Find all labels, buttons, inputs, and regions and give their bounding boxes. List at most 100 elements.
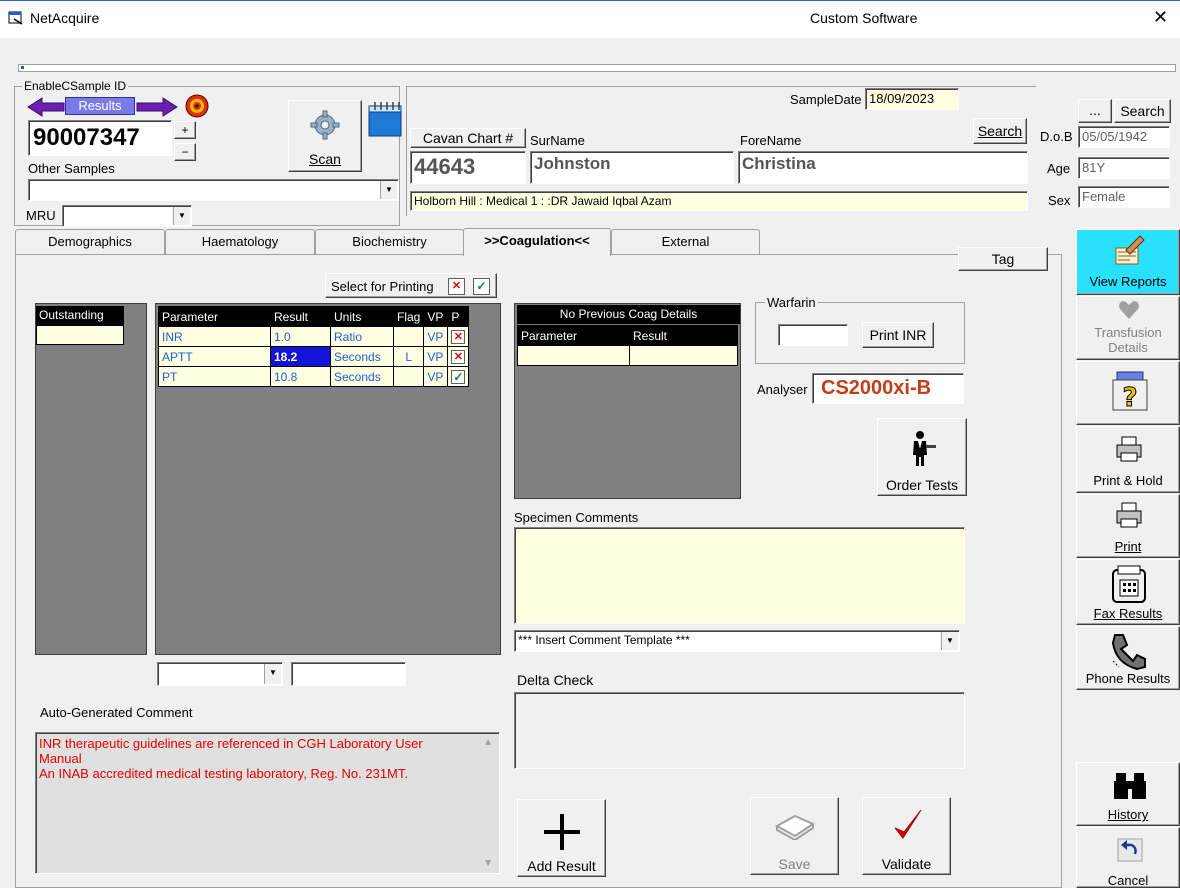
dob-label: D.o.B	[1040, 129, 1073, 144]
print-button[interactable]: Print	[1076, 494, 1180, 558]
print-toggle[interactable]: ✓	[451, 369, 466, 384]
view-reports-button[interactable]: View Reports	[1076, 229, 1180, 295]
search-button-2[interactable]: Search	[1114, 99, 1171, 123]
chevron-down-icon[interactable]: ▼	[264, 664, 281, 684]
tag-button[interactable]: Tag	[958, 247, 1048, 271]
tab-haematology[interactable]: Haematology	[165, 229, 315, 255]
decrement-button[interactable]: −	[174, 143, 196, 161]
row-result[interactable]: 10.8	[270, 366, 331, 387]
table-row[interactable]: PT 10.8 Seconds VP ✓	[158, 366, 470, 387]
header-p: P	[447, 306, 470, 327]
cancel-button[interactable]: Cancel	[1076, 827, 1180, 888]
analyser-field: CS2000xi-B	[812, 373, 964, 404]
sample-id-field[interactable]: 90007347	[28, 120, 172, 156]
order-tests-button[interactable]: Order Tests	[877, 418, 967, 496]
row-result[interactable]: 1.0	[270, 326, 331, 347]
transfusion-details-button[interactable]: Transfusion Details	[1076, 296, 1180, 360]
mru-combo[interactable]: ▼	[62, 205, 192, 227]
heart-icon	[1119, 301, 1139, 319]
location-field[interactable]: Holborn Hill : Medical 1 : :DR Jawaid Iq…	[410, 191, 1028, 211]
save-button[interactable]: Save	[750, 797, 839, 875]
table-row[interactable]: APTT 18.2 Seconds L VP ✕	[158, 346, 470, 367]
tab-external[interactable]: External	[611, 229, 760, 255]
search-button[interactable]: Search	[973, 118, 1027, 144]
chart-number-field[interactable]: 44643	[410, 151, 526, 184]
chevron-down-icon[interactable]: ▼	[173, 207, 190, 225]
help-button[interactable]: ?	[1076, 361, 1180, 425]
auto-comment-label: Auto-Generated Comment	[40, 705, 193, 720]
fax-results-button[interactable]: Fax Results	[1076, 559, 1180, 625]
previous-coag-table[interactable]: Parameter Result	[517, 325, 738, 366]
notepad-icon[interactable]	[367, 100, 403, 138]
outstanding-header: Outstanding	[36, 306, 124, 325]
phone-results-button[interactable]: Phone Results	[1076, 626, 1180, 690]
forename-field[interactable]: Christina	[738, 151, 1028, 184]
row-vp: VP	[423, 366, 449, 387]
printer-icon	[1116, 436, 1142, 462]
outstanding-row[interactable]	[36, 325, 124, 345]
results-filter-input[interactable]	[291, 662, 406, 686]
row-parameter: PT	[158, 366, 271, 387]
prev-header-result: Result	[629, 325, 738, 346]
add-result-button[interactable]: Add Result	[517, 799, 606, 877]
phone-label: Phone Results	[1085, 671, 1171, 686]
table-row[interactable]: INR 1.0 Ratio VP ✕	[158, 326, 470, 347]
print-inr-button[interactable]: Print INR	[862, 322, 934, 348]
dob-field[interactable]: 05/05/1942	[1078, 126, 1170, 148]
auto-comment-textarea[interactable]: INR therapeutic guidelines are reference…	[35, 732, 500, 874]
specimen-comments-textarea[interactable]	[514, 527, 965, 624]
history-label: History	[1107, 807, 1149, 822]
print-toggle[interactable]: ✕	[451, 330, 466, 344]
surname-field[interactable]: Johnston	[530, 151, 734, 184]
sample-date-field[interactable]: 18/09/2023	[865, 88, 959, 110]
scan-label: Scan	[309, 151, 341, 167]
print-hold-button[interactable]: Print & Hold	[1076, 426, 1180, 493]
increment-button[interactable]: +	[174, 121, 196, 139]
arrow-right-icon[interactable]	[135, 96, 179, 118]
sex-field[interactable]: Female	[1078, 186, 1170, 208]
validate-label: Validate	[881, 856, 932, 872]
auto-comment-line1: INR therapeutic guidelines are reference…	[39, 736, 423, 766]
checkmark-icon	[894, 809, 922, 839]
validate-button[interactable]: Validate	[862, 797, 951, 875]
results-filter-combo[interactable]: ▼	[157, 662, 283, 686]
chevron-down-icon[interactable]: ▼	[941, 632, 958, 650]
fax-label: Fax Results	[1093, 606, 1163, 621]
scroll-up-icon[interactable]: ▲	[483, 737, 493, 748]
scan-button[interactable]: Scan	[288, 100, 362, 172]
scroll-down-icon[interactable]: ▼	[483, 858, 493, 869]
fax-icon	[1112, 565, 1146, 603]
print-toggle[interactable]: ✕	[451, 350, 466, 364]
print-all-checkbox[interactable]: ✓	[473, 278, 490, 295]
outstanding-grid[interactable]: Outstanding	[35, 303, 147, 655]
row-vp: VP	[423, 346, 449, 367]
other-samples-label: Other Samples	[28, 161, 115, 176]
results-table[interactable]: Parameter Result Units Flag VP P INR 1.0…	[158, 306, 470, 387]
add-result-label: Add Result	[527, 858, 596, 874]
target-icon[interactable]	[184, 93, 210, 119]
help-icon: ?	[1112, 371, 1148, 414]
delta-check-label: Delta Check	[517, 672, 594, 688]
history-button[interactable]: History	[1076, 762, 1180, 826]
arrow-left-icon[interactable]	[26, 96, 66, 118]
tab-coagulation[interactable]: >>Coagulation<<	[463, 228, 611, 256]
ellipsis-button[interactable]: ...	[1078, 99, 1112, 123]
age-field[interactable]: 81Y	[1078, 157, 1170, 179]
table-row[interactable]	[517, 345, 738, 366]
close-icon[interactable]: ✕	[1153, 7, 1168, 28]
other-samples-combo[interactable]: ▼	[28, 179, 399, 201]
chart-number-button[interactable]: Cavan Chart #	[410, 128, 526, 148]
row-parameter: INR	[158, 326, 271, 347]
row-result-selected[interactable]: 18.2	[270, 346, 331, 367]
plus-icon	[544, 814, 580, 850]
tab-demographics[interactable]: Demographics	[15, 229, 165, 255]
search-label: Search	[977, 123, 1023, 139]
chevron-down-icon[interactable]: ▼	[380, 181, 397, 199]
warfarin-input[interactable]	[778, 324, 848, 346]
print-none-checkbox[interactable]: ✕	[448, 278, 465, 295]
tab-biochemistry[interactable]: Biochemistry	[315, 229, 464, 255]
header-vp: VP	[423, 306, 449, 327]
comment-template-combo[interactable]: *** Insert Comment Template *** ▼	[514, 630, 960, 652]
mru-label: MRU	[26, 208, 56, 223]
window-title: Custom Software	[810, 10, 918, 26]
